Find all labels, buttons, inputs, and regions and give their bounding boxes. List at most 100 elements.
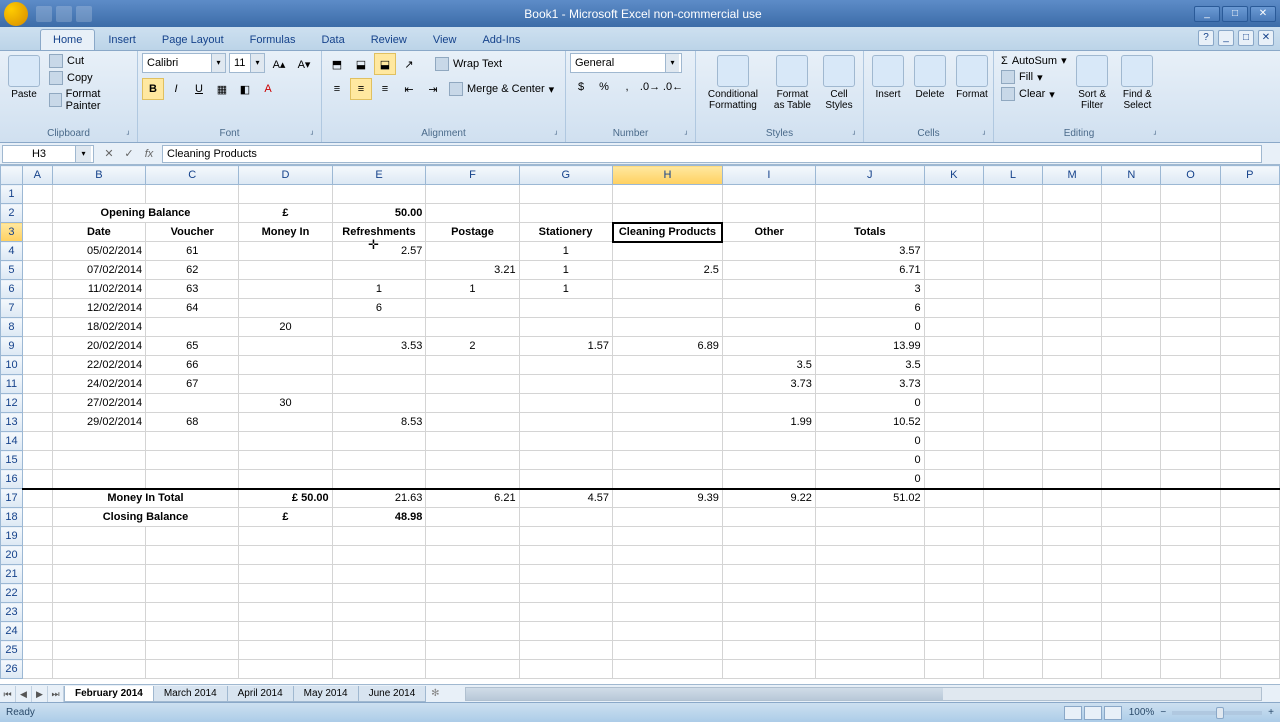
cell-J14[interactable]: 0 <box>815 432 924 451</box>
cell-O8[interactable] <box>1161 318 1220 337</box>
cell-J3[interactable]: Totals <box>815 223 924 242</box>
cell-H25[interactable] <box>613 641 723 660</box>
cell-H10[interactable] <box>613 356 723 375</box>
column-header-N[interactable]: N <box>1102 166 1161 185</box>
paste-button[interactable]: Paste <box>4 53 44 102</box>
cell-O3[interactable] <box>1161 223 1220 242</box>
cell-A19[interactable] <box>22 527 52 546</box>
sort-filter-button[interactable]: Sort & Filter <box>1072 53 1113 113</box>
cell-L17[interactable] <box>983 489 1042 508</box>
cell-M19[interactable] <box>1043 527 1102 546</box>
cell-G26[interactable] <box>519 660 612 679</box>
cell-A7[interactable] <box>22 299 52 318</box>
cell-E24[interactable] <box>332 622 426 641</box>
zoom-out-icon[interactable]: − <box>1160 707 1166 718</box>
row-header-12[interactable]: 12 <box>1 394 23 413</box>
cell-M22[interactable] <box>1043 584 1102 603</box>
cell-H7[interactable] <box>613 299 723 318</box>
cell-B22[interactable] <box>52 584 145 603</box>
autosum-button[interactable]: Σ AutoSum ▾ <box>998 53 1070 68</box>
row-header-6[interactable]: 6 <box>1 280 23 299</box>
cell-B10[interactable]: 22/02/2014 <box>52 356 145 375</box>
cell-I23[interactable] <box>722 603 815 622</box>
cell-N4[interactable] <box>1102 242 1161 261</box>
cell-E9[interactable]: 3.53 <box>332 337 426 356</box>
cell-K10[interactable] <box>924 356 983 375</box>
cell-K5[interactable] <box>924 261 983 280</box>
cell-J6[interactable]: 3 <box>815 280 924 299</box>
cell-D24[interactable] <box>239 622 332 641</box>
cell-G19[interactable] <box>519 527 612 546</box>
cell-H18[interactable] <box>613 508 723 527</box>
first-sheet-icon[interactable]: ⏮ <box>0 686 16 702</box>
cell-C12[interactable] <box>146 394 239 413</box>
maximize-button[interactable]: □ <box>1222 6 1248 22</box>
cell-B19[interactable] <box>52 527 145 546</box>
decrease-decimal-icon[interactable]: .0← <box>662 76 684 98</box>
cell-G12[interactable] <box>519 394 612 413</box>
cell-M6[interactable] <box>1043 280 1102 299</box>
cell-O17[interactable] <box>1161 489 1220 508</box>
row-header-23[interactable]: 23 <box>1 603 23 622</box>
cell-B13[interactable]: 29/02/2014 <box>52 413 145 432</box>
cell-O25[interactable] <box>1161 641 1220 660</box>
row-header-25[interactable]: 25 <box>1 641 23 660</box>
cell-O13[interactable] <box>1161 413 1220 432</box>
cell-J8[interactable]: 0 <box>815 318 924 337</box>
increase-decimal-icon[interactable]: .0→ <box>639 76 661 98</box>
cell-H24[interactable] <box>613 622 723 641</box>
cell-H3[interactable]: Cleaning Products <box>613 223 723 242</box>
cell-K4[interactable] <box>924 242 983 261</box>
cell-M11[interactable] <box>1043 375 1102 394</box>
cell-O14[interactable] <box>1161 432 1220 451</box>
cell-B14[interactable] <box>52 432 145 451</box>
cell-G10[interactable] <box>519 356 612 375</box>
page-layout-view-icon[interactable] <box>1084 706 1102 720</box>
cell-G17[interactable]: 4.57 <box>519 489 612 508</box>
row-header-24[interactable]: 24 <box>1 622 23 641</box>
formula-input[interactable] <box>162 145 1262 163</box>
row-header-2[interactable]: 2 <box>1 204 23 223</box>
cell-P22[interactable] <box>1220 584 1279 603</box>
cell-J4[interactable]: 3.57 <box>815 242 924 261</box>
percent-format-icon[interactable]: % <box>593 76 615 98</box>
format-cells-button[interactable]: Format <box>952 53 992 102</box>
cell-P26[interactable] <box>1220 660 1279 679</box>
cell-F11[interactable] <box>426 375 519 394</box>
comma-format-icon[interactable]: , <box>616 76 638 98</box>
cell-J24[interactable] <box>815 622 924 641</box>
cell-styles-button[interactable]: Cell Styles <box>819 53 859 113</box>
cell-M18[interactable] <box>1043 508 1102 527</box>
cell-J21[interactable] <box>815 565 924 584</box>
cell-L9[interactable] <box>983 337 1042 356</box>
cell-A14[interactable] <box>22 432 52 451</box>
cell-K24[interactable] <box>924 622 983 641</box>
new-sheet-icon[interactable]: ✻ <box>425 688 445 699</box>
cell-P13[interactable] <box>1220 413 1279 432</box>
help-icon[interactable]: ? <box>1198 30 1214 46</box>
cell-J19[interactable] <box>815 527 924 546</box>
cell-N8[interactable] <box>1102 318 1161 337</box>
cell-M24[interactable] <box>1043 622 1102 641</box>
row-header-21[interactable]: 21 <box>1 565 23 584</box>
cell-I26[interactable] <box>722 660 815 679</box>
clear-button[interactable]: Clear ▾ <box>998 86 1070 102</box>
column-header-O[interactable]: O <box>1161 166 1220 185</box>
cell-L14[interactable] <box>983 432 1042 451</box>
align-bottom-icon[interactable]: ⬓ <box>374 53 396 75</box>
cell-E15[interactable] <box>332 451 426 470</box>
cell-B5[interactable]: 07/02/2014 <box>52 261 145 280</box>
cell-J23[interactable] <box>815 603 924 622</box>
cell-N21[interactable] <box>1102 565 1161 584</box>
cell-K22[interactable] <box>924 584 983 603</box>
cell-B2[interactable]: Opening Balance <box>52 204 239 223</box>
cell-A21[interactable] <box>22 565 52 584</box>
cell-E2[interactable]: 50.00 <box>332 204 426 223</box>
cell-C10[interactable]: 66 <box>146 356 239 375</box>
column-header-C[interactable]: C <box>146 166 239 185</box>
cell-H23[interactable] <box>613 603 723 622</box>
cell-P11[interactable] <box>1220 375 1279 394</box>
cell-M8[interactable] <box>1043 318 1102 337</box>
cell-J12[interactable]: 0 <box>815 394 924 413</box>
cell-O23[interactable] <box>1161 603 1220 622</box>
